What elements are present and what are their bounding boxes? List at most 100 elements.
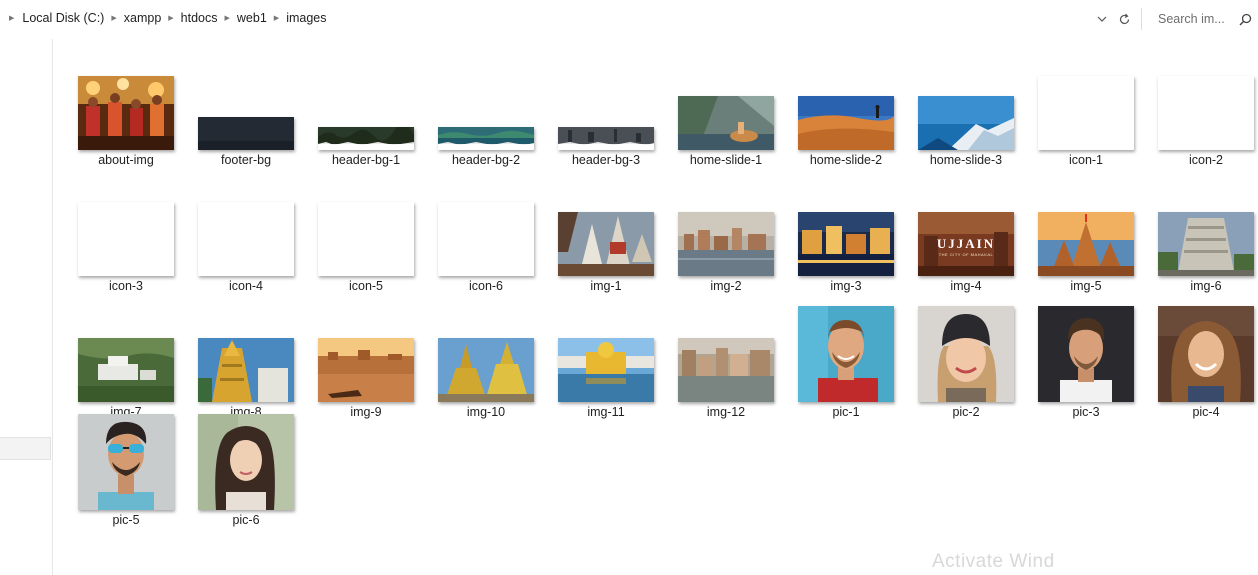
navigation-pane (0, 39, 53, 575)
file-item-home-slide-3[interactable]: home-slide-3 (910, 70, 1022, 188)
file-name-label: img-9 (350, 405, 382, 419)
file-name-label: pic-5 (112, 513, 140, 527)
file-name-label: icon-4 (228, 279, 264, 293)
breadcrumb-arrow-icon[interactable]: ▶ (9, 14, 14, 22)
history-dropdown-icon[interactable] (1091, 8, 1113, 30)
file-item-footer-bg[interactable]: footer-bg (190, 70, 302, 188)
file-item-img-1[interactable]: img-1 (550, 196, 662, 314)
file-item-icon-6[interactable]: icon-6 (430, 196, 542, 314)
file-item-img-12[interactable]: img-12 (670, 322, 782, 440)
breadcrumb-local-disk[interactable]: Local Disk (C:) (22, 11, 104, 25)
file-item-header-bg-3[interactable]: header-bg-3 (550, 70, 662, 188)
toolbar-divider (1141, 8, 1142, 30)
breadcrumb-images[interactable]: images (286, 11, 326, 25)
file-thumbnail (918, 306, 1014, 402)
file-name-label: header-bg-1 (331, 153, 401, 167)
file-thumbnail (678, 212, 774, 276)
file-item-header-bg-2[interactable]: header-bg-2 (430, 70, 542, 188)
file-item-pic-2[interactable]: pic-2 (910, 306, 1022, 440)
file-thumbnail (198, 202, 294, 276)
file-item-icon-3[interactable]: icon-3 (70, 196, 182, 314)
file-item-icon-5[interactable]: icon-5 (310, 196, 422, 314)
file-name-label: pic-4 (1192, 405, 1220, 419)
file-name-label: header-bg-2 (451, 153, 521, 167)
file-name-label: icon-2 (1188, 153, 1224, 167)
thumbnail-overlay-subtext: THE CITY OF MAHAKAL (938, 252, 994, 257)
file-thumbnail (678, 96, 774, 150)
activate-windows-watermark: Activate Wind (932, 551, 1055, 572)
file-item-home-slide-1[interactable]: home-slide-1 (670, 70, 782, 188)
search-input[interactable] (1150, 12, 1238, 26)
file-thumbnail (798, 96, 894, 150)
navigation-pane-item[interactable] (0, 437, 51, 460)
file-thumbnail: UJJAIN THE CITY OF MAHAKAL (918, 212, 1014, 276)
file-item-icon-1[interactable]: icon-1 (1030, 70, 1142, 188)
file-thumbnail (318, 202, 414, 276)
file-name-label: about-img (98, 153, 154, 167)
file-thumbnail (318, 127, 414, 150)
file-item-home-slide-2[interactable]: home-slide-2 (790, 70, 902, 188)
file-thumbnail (318, 338, 414, 402)
file-name-label: img-3 (830, 279, 862, 293)
file-thumbnail (558, 212, 654, 276)
file-item-icon-4[interactable]: icon-4 (190, 196, 302, 314)
file-item-img-10[interactable]: img-10 (430, 322, 542, 440)
file-name-label: icon-3 (108, 279, 144, 293)
file-thumbnail (1158, 306, 1254, 402)
search-icon[interactable] (1239, 13, 1252, 26)
file-name-label: footer-bg (220, 153, 272, 167)
file-thumbnail (198, 338, 294, 402)
file-item-img-4[interactable]: UJJAIN THE CITY OF MAHAKAL img-4 (910, 196, 1022, 314)
file-thumbnail (198, 117, 294, 150)
file-name-label: icon-6 (468, 279, 504, 293)
file-thumbnail (78, 414, 174, 510)
refresh-icon[interactable] (1113, 8, 1135, 30)
file-item-pic-5[interactable]: pic-5 (70, 414, 182, 548)
file-item-pic-6[interactable]: pic-6 (190, 414, 302, 548)
file-item-img-11[interactable]: img-11 (550, 322, 662, 440)
breadcrumb-arrow-icon[interactable]: ▶ (168, 14, 173, 22)
file-item-header-bg-1[interactable]: header-bg-1 (310, 70, 422, 188)
file-name-label: pic-2 (952, 405, 980, 419)
file-item-img-9[interactable]: img-9 (310, 322, 422, 440)
file-item-about-img[interactable]: about-img (70, 70, 182, 188)
file-name-label: pic-3 (1072, 405, 1100, 419)
file-thumbnail (678, 338, 774, 402)
breadcrumb-arrow-icon[interactable]: ▶ (274, 14, 279, 22)
file-name-label: home-slide-3 (929, 153, 1003, 167)
breadcrumb-arrow-icon[interactable]: ▶ (225, 14, 230, 22)
breadcrumb-htdocs[interactable]: htdocs (181, 11, 218, 25)
file-item-icon-2[interactable]: icon-2 (1150, 70, 1258, 188)
file-name-label: img-12 (706, 405, 746, 419)
file-thumbnail (798, 306, 894, 402)
file-item-pic-1[interactable]: pic-1 (790, 306, 902, 440)
file-thumbnail (798, 212, 894, 276)
file-name-label: img-10 (466, 405, 506, 419)
file-item-img-5[interactable]: img-5 (1030, 196, 1142, 314)
breadcrumb-arrow-icon[interactable]: ▶ (111, 14, 116, 22)
file-thumbnail (918, 96, 1014, 150)
file-item-pic-4[interactable]: pic-4 (1150, 306, 1258, 440)
file-thumbnail (1038, 212, 1134, 276)
breadcrumb-xampp[interactable]: xampp (124, 11, 162, 25)
file-item-img-3[interactable]: img-3 (790, 196, 902, 314)
file-name-label: icon-5 (348, 279, 384, 293)
file-thumbnail (438, 202, 534, 276)
file-name-label: img-6 (1190, 279, 1222, 293)
file-item-img-6[interactable]: img-6 (1150, 196, 1258, 314)
file-thumbnail (438, 338, 534, 402)
file-name-label: img-2 (710, 279, 742, 293)
file-item-img-2[interactable]: img-2 (670, 196, 782, 314)
file-thumbnail (78, 202, 174, 276)
file-name-label: header-bg-3 (571, 153, 641, 167)
breadcrumb-web1[interactable]: web1 (237, 11, 267, 25)
file-thumbnail (78, 338, 174, 402)
file-name-label: home-slide-1 (689, 153, 763, 167)
file-name-label: img-1 (590, 279, 622, 293)
file-thumbnail (1158, 212, 1254, 276)
search-box[interactable] (1150, 8, 1252, 30)
file-name-label: home-slide-2 (809, 153, 883, 167)
file-name-label: img-11 (587, 405, 625, 419)
file-thumbnail (78, 76, 174, 150)
file-item-pic-3[interactable]: pic-3 (1030, 306, 1142, 440)
